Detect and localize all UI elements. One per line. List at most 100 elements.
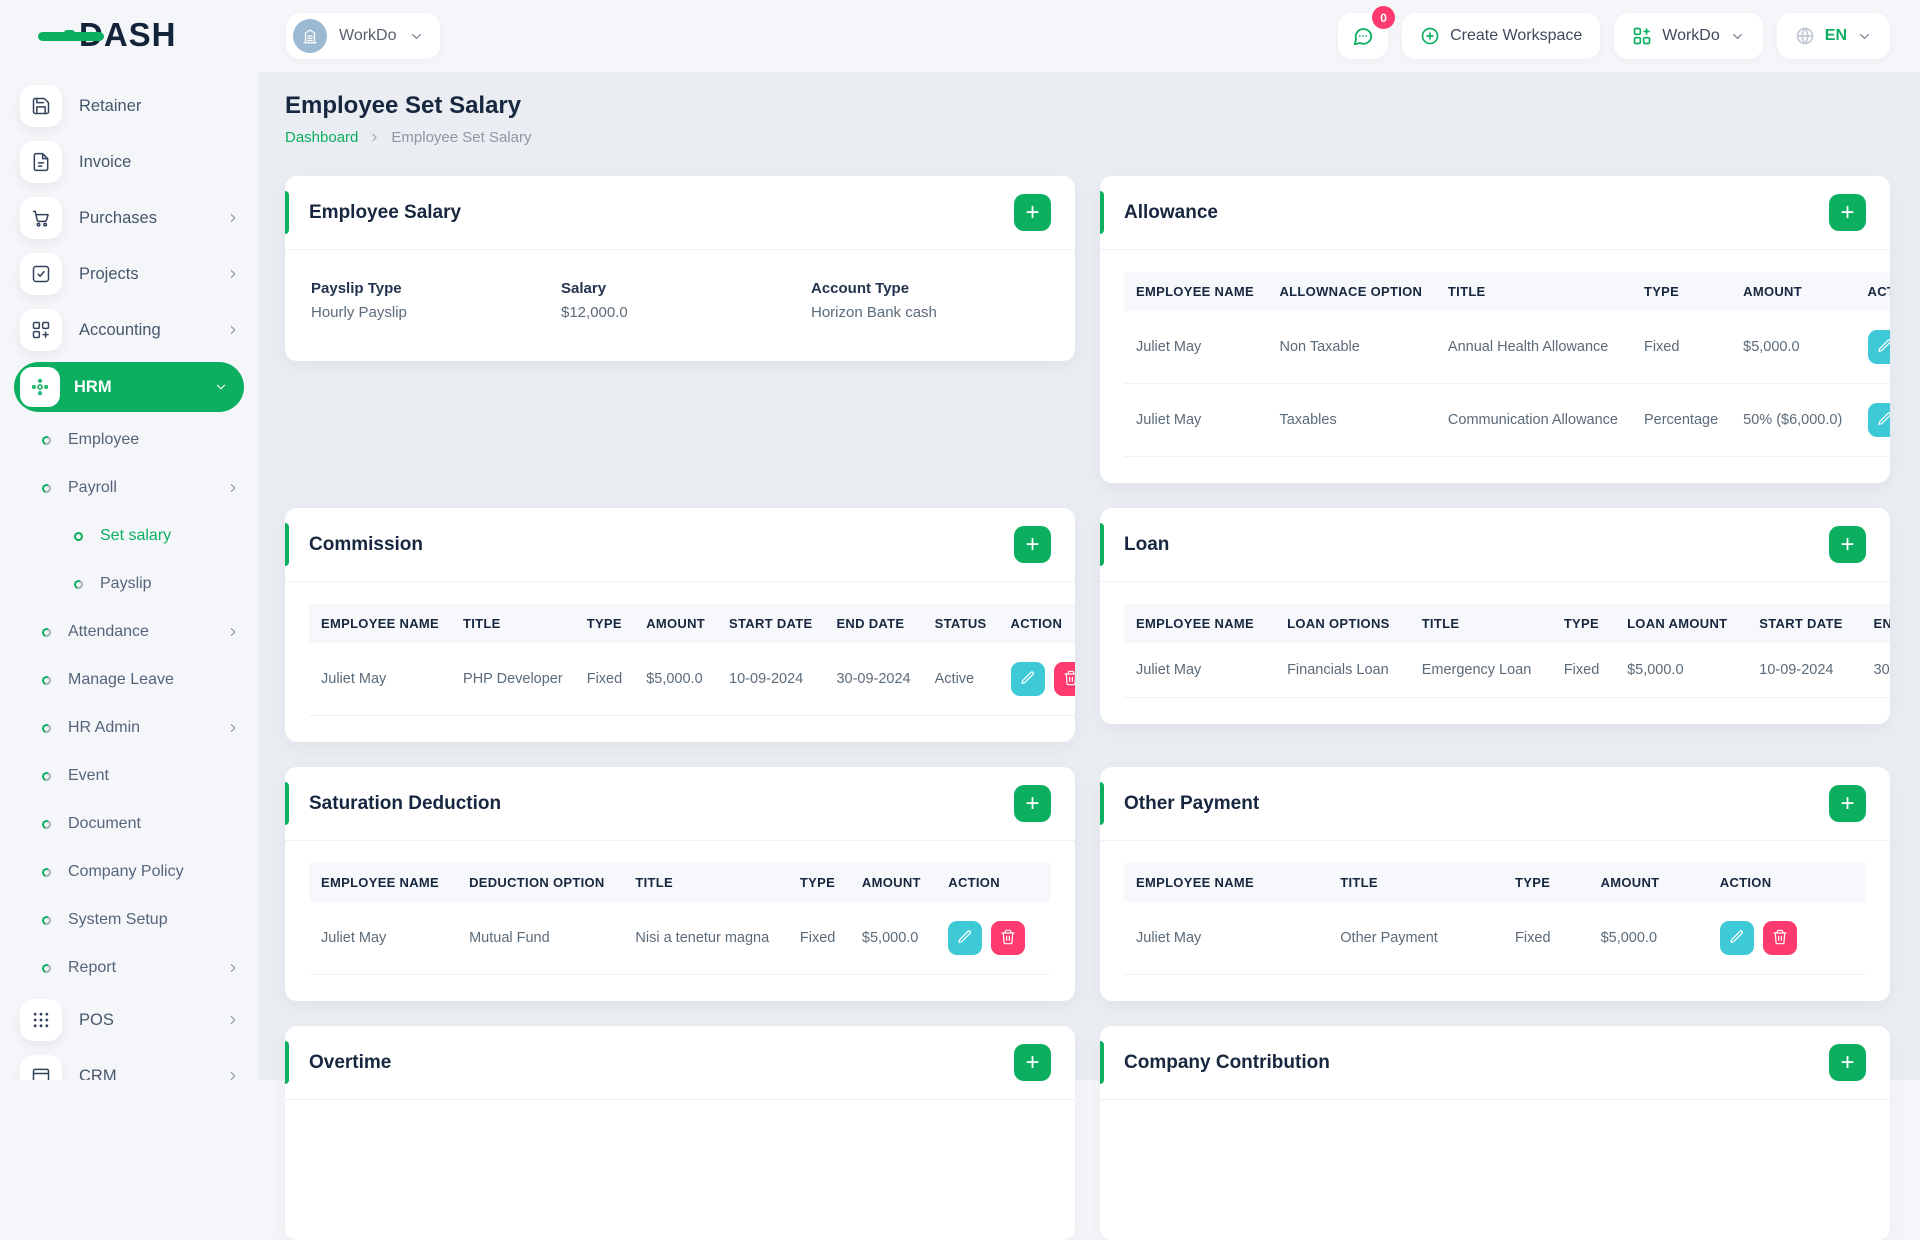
chevron-down-icon <box>409 29 424 44</box>
table-header-row: EMPLOYEE NAME TITLE TYPE AMOUNT START DATE EN… <box>309 604 1075 643</box>
sidebar-item-document[interactable]: Document <box>0 800 258 848</box>
chevron-right-icon <box>226 961 240 975</box>
table-cell: Fixed <box>574 643 635 716</box>
chevron-down-icon <box>1857 29 1872 44</box>
field-payslip-type: Payslip Type Hourly Payslip <box>311 280 561 321</box>
sidebar-item-pos[interactable]: POS <box>0 992 258 1048</box>
plus-icon: + <box>1025 1048 1040 1076</box>
sidebar-item-event[interactable]: Event <box>0 752 258 800</box>
add-saturation-deduction-button[interactable]: + <box>1014 785 1051 822</box>
table-cell: 10-09-2024 <box>717 643 825 716</box>
add-overtime-button[interactable]: + <box>1014 1044 1051 1081</box>
edit-button[interactable] <box>1010 662 1045 696</box>
edit-button[interactable] <box>1867 403 1890 437</box>
language-selector[interactable]: EN <box>1776 13 1890 59</box>
workspace-avatar <box>293 19 327 53</box>
sidebar-item-attendance[interactable]: Attendance <box>0 608 258 656</box>
chevron-right-icon <box>368 131 381 144</box>
messages-button[interactable]: 0 <box>1338 6 1396 59</box>
sidebar-item-hrm[interactable]: HRM <box>14 362 244 412</box>
column-header: ALLOWNACE OPTION <box>1279 284 1423 299</box>
sidebar-item-manage-leave[interactable]: Manage Leave <box>0 656 258 704</box>
table-cell: PHP Developer <box>451 643 575 716</box>
table-cell: Nisi a tenetur magna <box>623 902 788 975</box>
table-row: Juliet May PHP Developer Fixed $5,000.0 10-0… <box>309 643 1075 716</box>
edit-button[interactable] <box>1719 921 1754 955</box>
table-cell: Juliet May <box>1124 643 1276 698</box>
table-cell: Other Payment <box>1328 902 1504 975</box>
sidebar-item-projects[interactable]: Projects <box>0 246 258 302</box>
card-header: Employee Salary + <box>285 176 1075 250</box>
sidebar-item-employee[interactable]: Employee <box>0 416 258 464</box>
add-allowance-button[interactable]: + <box>1829 194 1866 231</box>
loan-card: Loan + EMPLOYEE NAME LOAN OPTIONS TITLE TYP… <box>1100 508 1890 724</box>
column-header: TITLE <box>1447 284 1486 299</box>
plus-circle-icon <box>1420 26 1440 46</box>
chevron-down-icon <box>214 380 228 394</box>
sidebar-item-system-setup[interactable]: System Setup <box>0 896 258 944</box>
table-row: Juliet May Taxables Communication Allowanc… <box>1124 383 1890 457</box>
other-payment-card: Other Payment + EMPLOYEE NAME TITLE TYPE AM… <box>1100 767 1890 1001</box>
language-label: EN <box>1824 27 1847 44</box>
chevron-right-icon <box>226 211 240 225</box>
add-other-payment-button[interactable]: + <box>1829 785 1866 822</box>
sidebar-item-set-salary[interactable]: Set salary <box>0 512 258 560</box>
column-header: TYPE <box>799 875 836 890</box>
sidebar-item-label: Employee <box>68 431 140 448</box>
sidebar-item-crm[interactable]: CRM <box>0 1048 258 1080</box>
sidebar-item-label: System Setup <box>68 911 168 928</box>
add-company-contribution-button[interactable]: + <box>1829 1044 1866 1081</box>
sidebar-item-invoice[interactable]: Invoice <box>0 134 258 190</box>
create-workspace-button[interactable]: Create Workspace <box>1402 13 1601 59</box>
sidebar-item-label: POS <box>79 1010 114 1029</box>
column-header: TITLE <box>635 875 673 890</box>
delete-button[interactable] <box>1053 662 1075 696</box>
sidebar-item-hr-admin[interactable]: HR Admin <box>0 704 258 752</box>
cards-grid: Employee Salary + Payslip Type Hourly Pa… <box>285 176 1890 1240</box>
employee-salary-card: Employee Salary + Payslip Type Hourly Pa… <box>285 176 1075 361</box>
delete-button[interactable] <box>991 921 1026 955</box>
bullet-icon <box>40 626 53 638</box>
page-header: Employee Set Salary Dashboard Employee S… <box>285 92 531 146</box>
add-loan-button[interactable]: + <box>1829 526 1866 563</box>
sidebar-item-payslip[interactable]: Payslip <box>0 560 258 608</box>
add-commission-button[interactable]: + <box>1014 526 1051 563</box>
commission-table-wrap: EMPLOYEE NAME TITLE TYPE AMOUNT START DATE EN… <box>285 582 1075 742</box>
column-header: TITLE <box>463 616 501 631</box>
field-label: Payslip Type <box>311 280 402 297</box>
table-cell: Fixed <box>1631 311 1732 384</box>
edit-button[interactable] <box>1867 330 1890 364</box>
app-logo[interactable]: DASH <box>38 16 177 54</box>
table-cell: 30-09-2024 <box>1861 643 1890 698</box>
sidebar-item-label: Projects <box>79 264 139 283</box>
delete-button[interactable] <box>1762 921 1797 955</box>
messages-badge: 0 <box>1372 6 1396 29</box>
action-cell <box>1855 383 1890 457</box>
sidebar-item-payroll[interactable]: Payroll <box>0 464 258 512</box>
workdo-menu-button[interactable]: WorkDo <box>1614 13 1763 59</box>
sidebar-item-purchases[interactable]: Purchases <box>0 190 258 246</box>
card-title: Loan <box>1124 533 1170 555</box>
workspace-selector[interactable]: WorkDo <box>286 13 440 59</box>
sidebar-item-company-policy[interactable]: Company Policy <box>0 848 258 896</box>
dots-grid-icon <box>20 999 62 1041</box>
column-header: EMPLOYEE NAME <box>321 616 440 631</box>
sidebar-item-label: Payslip <box>100 575 152 592</box>
breadcrumb: Dashboard Employee Set Salary <box>285 129 531 146</box>
table-cell: $5,000.0 <box>1615 643 1748 698</box>
sidebar-item-accounting[interactable]: Accounting <box>0 302 258 358</box>
table-cell: Fixed <box>787 902 850 975</box>
sidebar-item-retainer[interactable]: Retainer <box>0 78 258 134</box>
chevron-right-icon <box>226 267 240 281</box>
bullet-icon <box>40 722 53 734</box>
table-cell: 10-09-2024 <box>1747 643 1862 698</box>
bullet-icon <box>40 866 53 878</box>
breadcrumb-dashboard-link[interactable]: Dashboard <box>285 129 358 146</box>
column-header: ACTION <box>1719 875 1772 890</box>
chevron-right-icon <box>226 721 240 735</box>
add-employee-salary-button[interactable]: + <box>1014 194 1051 231</box>
edit-button[interactable] <box>948 921 983 955</box>
sidebar-item-label: Report <box>68 959 117 976</box>
sidebar-item-report[interactable]: Report <box>0 944 258 992</box>
other-payment-table: EMPLOYEE NAME TITLE TYPE AMOUNT ACTION Juliet… <box>1124 863 1866 975</box>
